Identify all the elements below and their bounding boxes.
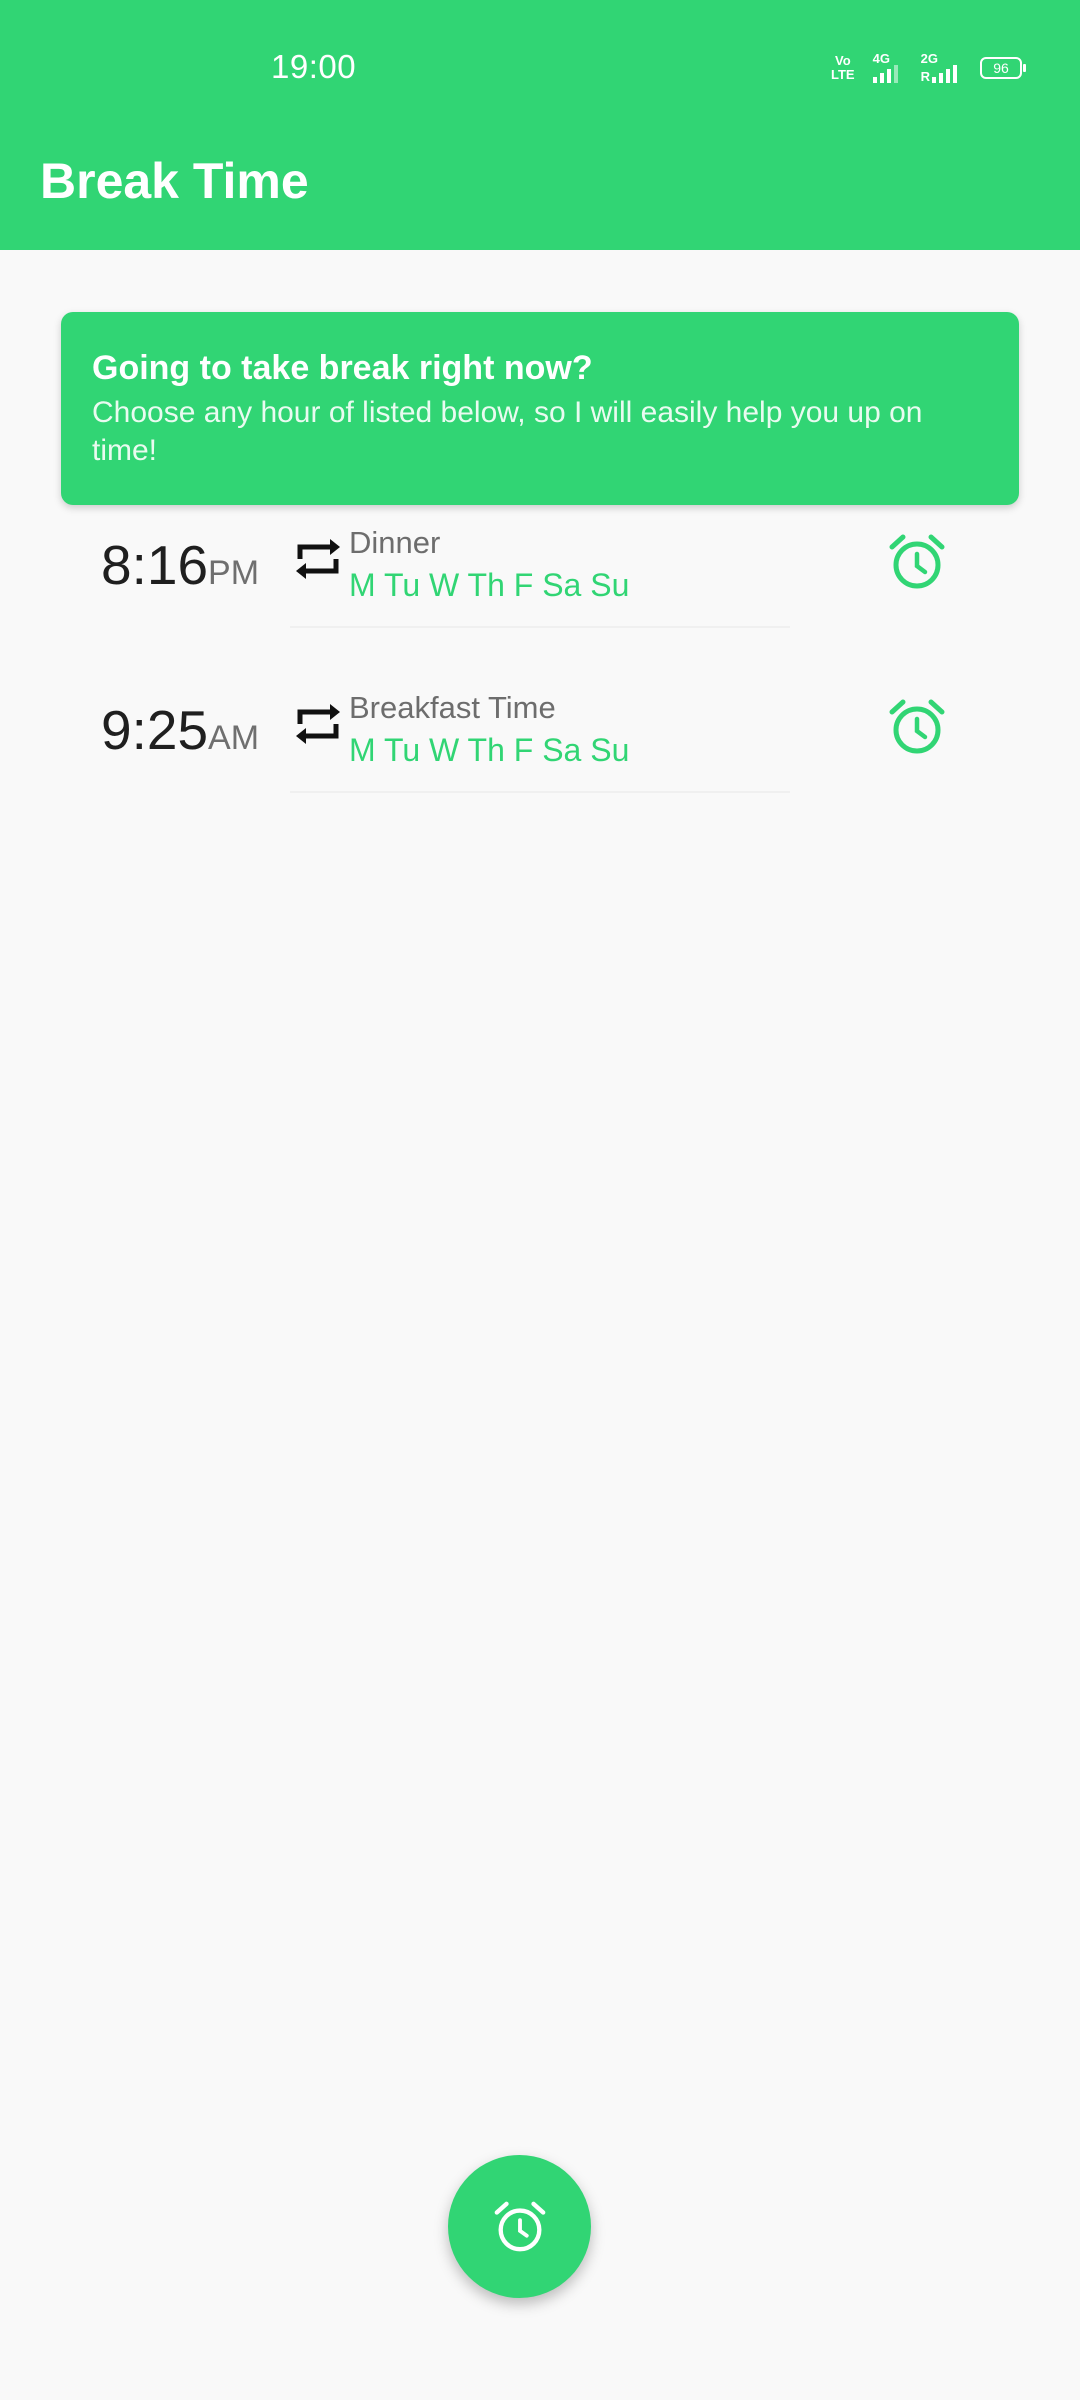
alarm-time: 9:25AM	[101, 699, 260, 761]
status-time: 19:00	[271, 48, 357, 85]
volte-icon: Vo LTE	[831, 52, 855, 82]
repeat-icon	[296, 704, 340, 744]
row-divider	[290, 626, 790, 628]
info-banner: Going to take break right now? Choose an…	[61, 312, 1019, 505]
alarm-repeat-days: M Tu W Th F Sa Su	[349, 567, 630, 603]
app-screen: 19:00 Vo LTE 4G 2G R 96 Break Time Going…	[0, 0, 1080, 2400]
alarm-repeat-days: M Tu W Th F Sa Su	[349, 732, 630, 768]
status-icons: Vo LTE 4G 2G R 96	[831, 52, 1026, 83]
alarm-clock-icon[interactable]	[888, 698, 946, 756]
alarm-label: Breakfast Time	[349, 690, 556, 725]
add-alarm-button[interactable]	[448, 2155, 591, 2298]
app-header: 19:00 Vo LTE 4G 2G R 96 Break Time	[0, 0, 1080, 250]
repeat-icon	[296, 539, 340, 579]
alarm-item[interactable]: 9:25AM Breakfast Time M Tu W Th F Sa Su	[0, 672, 1080, 837]
app-title: Break Time	[40, 153, 309, 209]
alarm-clock-icon[interactable]	[888, 533, 946, 591]
alarm-time: 8:16PM	[101, 534, 260, 596]
banner-subtitle: Choose any hour of listed below, so I wi…	[92, 396, 923, 467]
alarm-clock-icon	[494, 2201, 545, 2251]
alarm-item[interactable]: 8:16PM Dinner M Tu W Th F Sa Su	[0, 507, 1080, 672]
battery-icon: 96	[980, 56, 1026, 79]
row-divider	[290, 791, 790, 793]
signal-4g-icon: 4G	[872, 52, 903, 83]
signal-2g-icon: 2G R	[921, 52, 962, 83]
alarm-label: Dinner	[349, 525, 441, 560]
banner-title: Going to take break right now?	[92, 349, 593, 387]
